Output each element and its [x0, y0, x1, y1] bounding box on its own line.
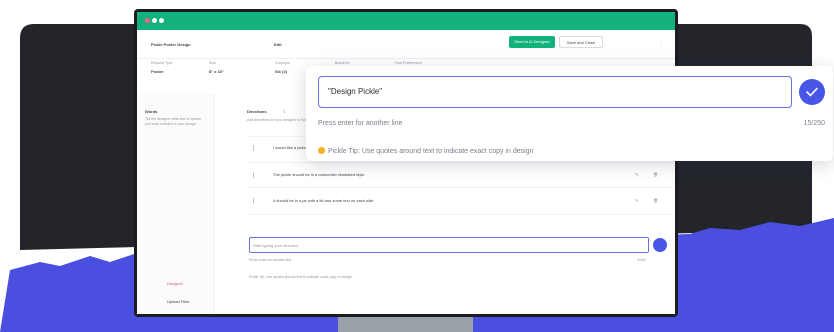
tip-text: Pickle Tip: Use quotes around text to in…: [249, 275, 352, 279]
direction-item[interactable]: The pickle should be in a cartoonish ill…: [273, 172, 364, 177]
drag-handle-icon[interactable]: [253, 145, 256, 151]
lightbulb-icon: [318, 147, 325, 154]
delete-icon[interactable]: 🗑: [653, 198, 658, 203]
send-small-button[interactable]: [653, 238, 667, 252]
check-icon: [806, 87, 818, 97]
filter-value[interactable]: Poster: [151, 69, 163, 74]
popup-tip: Pickle Tip: Use quotes around text to in…: [318, 147, 533, 155]
popup-hint: Press enter for another line: [318, 120, 403, 127]
filter-label: Request Type: [151, 61, 173, 65]
window-close-dot[interactable]: [145, 18, 150, 23]
drag-handle-icon[interactable]: [253, 198, 256, 204]
section-title: Directions: [247, 109, 267, 114]
direction-popup: "Design Pickle" Press enter for another …: [306, 66, 833, 161]
section-subtitle: Add directions for your designer to foll…: [247, 118, 311, 122]
popup-tip-text: Pickle Tip: Use quotes around text to in…: [328, 148, 534, 155]
drag-handle-icon[interactable]: [253, 172, 256, 178]
sidebar-description: Tell the designer what text or quotes yo…: [145, 117, 202, 126]
filter-label: Brand Kit: [335, 61, 350, 65]
sidebar-item-designer[interactable]: Designer: [167, 281, 183, 286]
popup-direction-input[interactable]: "Design Pickle": [318, 76, 792, 108]
filter-label: Size: [209, 61, 216, 65]
edit-icon[interactable]: ✎: [635, 198, 638, 203]
promo-scene: Pickle Poster Design Edit Send to AI Des…: [0, 0, 834, 332]
input-counter: 0/250: [637, 258, 646, 262]
input-hint: Press enter for another line: [249, 258, 292, 262]
window-minimize-dot[interactable]: [152, 18, 157, 23]
popup-counter: 15/250: [803, 120, 825, 127]
status-label: Edit: [274, 42, 282, 47]
more-icon[interactable]: ⋮: [659, 41, 663, 46]
filter-value[interactable]: Six (2): [275, 69, 287, 74]
direction-input-placeholder: Start typing your direction: [253, 243, 299, 248]
save-and-close-button[interactable]: Save and Close: [559, 36, 603, 48]
row-divider: [247, 214, 673, 215]
sidebar-item-upload[interactable]: Upload Files: [167, 299, 189, 304]
section-count: 3: [283, 109, 286, 114]
sidebar-title: Words: [145, 109, 158, 114]
delete-icon[interactable]: 🗑: [653, 172, 658, 177]
row-divider: [247, 162, 673, 163]
title-bar: [137, 12, 675, 30]
monitor: Pickle Poster Design Edit Send to AI Des…: [134, 9, 678, 317]
direction-input[interactable]: [249, 237, 649, 253]
direction-item[interactable]: It should be in a jar with a lid and som…: [273, 198, 374, 203]
popup-submit-button[interactable]: [799, 79, 825, 105]
filter-label: Concepts: [275, 61, 290, 65]
row-divider: [247, 187, 673, 188]
filter-value[interactable]: 8" x 10": [209, 69, 224, 74]
window-maximize-dot[interactable]: [159, 18, 164, 23]
app-screen: Pickle Poster Design Edit Send to AI Des…: [137, 12, 675, 314]
send-to-designer-button[interactable]: Send to AI Designer: [509, 36, 555, 48]
monitor-stand: [338, 317, 473, 332]
edit-icon[interactable]: ✎: [635, 172, 638, 177]
project-name[interactable]: Pickle Poster Design: [151, 42, 191, 47]
filter-label: Font Preferences: [395, 61, 422, 65]
